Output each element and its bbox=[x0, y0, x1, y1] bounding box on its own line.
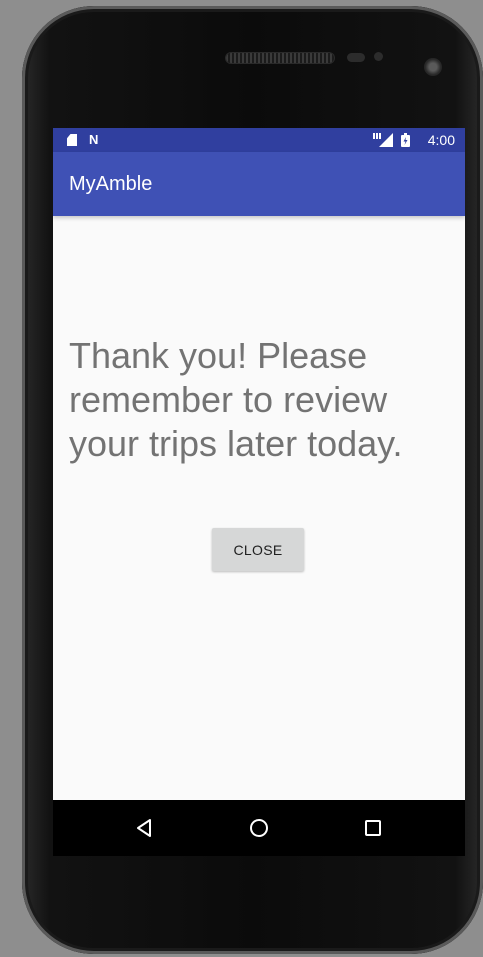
earpiece-speaker bbox=[226, 53, 334, 63]
proximity-sensor bbox=[347, 53, 365, 62]
lte-signal-icon bbox=[373, 133, 393, 147]
app-title: MyAmble bbox=[69, 173, 153, 195]
back-icon[interactable] bbox=[133, 816, 157, 840]
navigation-bar bbox=[53, 800, 465, 856]
app-bar: MyAmble bbox=[53, 152, 465, 216]
recents-icon[interactable] bbox=[361, 816, 385, 840]
thank-you-message: Thank you! Please remember to review you… bbox=[69, 335, 403, 464]
status-bar: N 4:00 bbox=[53, 128, 465, 152]
light-sensor bbox=[374, 52, 383, 61]
home-icon[interactable] bbox=[247, 816, 271, 840]
n-notification-icon: N bbox=[89, 132, 99, 147]
front-camera bbox=[424, 58, 442, 76]
device-background: N 4:00 MyAmble Thank you! Please remembe… bbox=[0, 0, 483, 957]
phone-screen: N 4:00 MyAmble Thank you! Please remembe… bbox=[53, 128, 465, 856]
battery-icon bbox=[401, 133, 410, 147]
status-time: 4:00 bbox=[427, 132, 455, 148]
close-button[interactable]: CLOSE bbox=[212, 528, 304, 571]
sd-card-icon bbox=[67, 134, 77, 146]
